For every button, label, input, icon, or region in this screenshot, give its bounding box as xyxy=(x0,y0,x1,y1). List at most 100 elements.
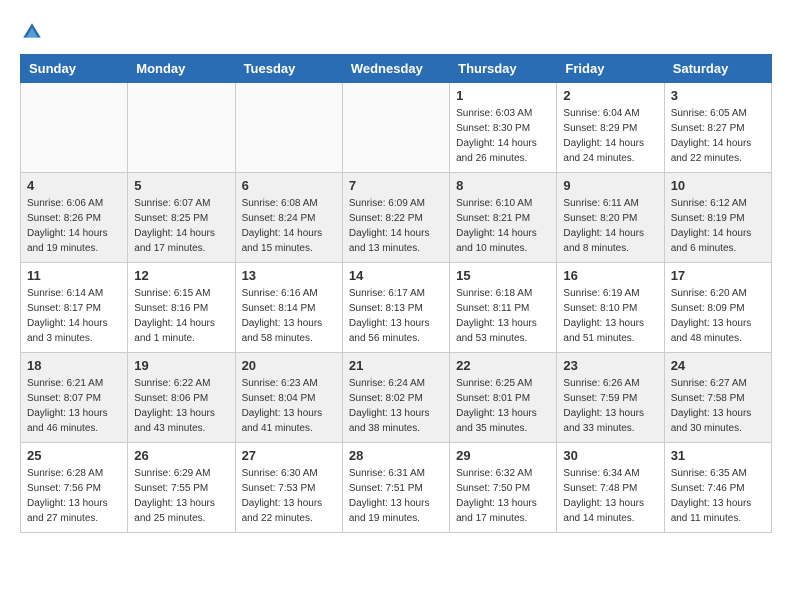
day-info: Sunrise: 6:05 AM Sunset: 8:27 PM Dayligh… xyxy=(671,106,765,166)
day-info: Sunrise: 6:28 AM Sunset: 7:56 PM Dayligh… xyxy=(27,466,121,526)
day-cell: 29 Sunrise: 6:32 AM Sunset: 7:50 PM Dayli… xyxy=(450,443,557,533)
day-cell: 4Sunrise: 6:06 AM Sunset: 8:26 PM Daylig… xyxy=(21,173,128,263)
weekday-header-friday: Friday xyxy=(557,55,664,83)
day-info: Sunrise: 6:10 AM Sunset: 8:21 PM Dayligh… xyxy=(456,196,550,256)
day-cell: 15 Sunrise: 6:18 AM Sunset: 8:11 PM Dayli… xyxy=(450,263,557,353)
logo-icon xyxy=(20,20,44,44)
day-info: Sunrise: 6:11 AM Sunset: 8:20 PM Dayligh… xyxy=(563,196,657,256)
day-number: 8 xyxy=(456,178,550,193)
day-number: 27 xyxy=(242,448,336,463)
day-number: 1 xyxy=(456,88,550,103)
weekday-header-sunday: Sunday xyxy=(21,55,128,83)
day-cell xyxy=(235,83,342,173)
day-number: 30 xyxy=(563,448,657,463)
day-info: Sunrise: 6:34 AM Sunset: 7:48 PM Dayligh… xyxy=(563,466,657,526)
day-number: 4 xyxy=(27,178,121,193)
day-number: 3 xyxy=(671,88,765,103)
day-info: Sunrise: 6:35 AM Sunset: 7:46 PM Dayligh… xyxy=(671,466,765,526)
weekday-header-saturday: Saturday xyxy=(664,55,771,83)
day-info: Sunrise: 6:29 AM Sunset: 7:55 PM Dayligh… xyxy=(134,466,228,526)
day-number: 13 xyxy=(242,268,336,283)
day-cell: 24 Sunrise: 6:27 AM Sunset: 7:58 PM Dayli… xyxy=(664,353,771,443)
day-info: Sunrise: 6:22 AM Sunset: 8:06 PM Dayligh… xyxy=(134,376,228,436)
day-info: Sunrise: 6:08 AM Sunset: 8:24 PM Dayligh… xyxy=(242,196,336,256)
day-number: 29 xyxy=(456,448,550,463)
day-cell: 23 Sunrise: 6:26 AM Sunset: 7:59 PM Dayli… xyxy=(557,353,664,443)
day-cell: 27 Sunrise: 6:30 AM Sunset: 7:53 PM Dayli… xyxy=(235,443,342,533)
day-cell: 9 Sunrise: 6:11 AM Sunset: 8:20 PM Daylig… xyxy=(557,173,664,263)
day-cell: 12 Sunrise: 6:15 AM Sunset: 8:16 PM Dayli… xyxy=(128,263,235,353)
logo xyxy=(20,20,48,44)
day-info: Sunrise: 6:18 AM Sunset: 8:11 PM Dayligh… xyxy=(456,286,550,346)
day-cell xyxy=(342,83,449,173)
day-info: Sunrise: 6:03 AM Sunset: 8:30 PM Dayligh… xyxy=(456,106,550,166)
day-number: 9 xyxy=(563,178,657,193)
day-info: Sunrise: 6:25 AM Sunset: 8:01 PM Dayligh… xyxy=(456,376,550,436)
day-cell: 8 Sunrise: 6:10 AM Sunset: 8:21 PM Daylig… xyxy=(450,173,557,263)
day-cell: 31 Sunrise: 6:35 AM Sunset: 7:46 PM Dayli… xyxy=(664,443,771,533)
day-info: Sunrise: 6:30 AM Sunset: 7:53 PM Dayligh… xyxy=(242,466,336,526)
day-info: Sunrise: 6:20 AM Sunset: 8:09 PM Dayligh… xyxy=(671,286,765,346)
weekday-header-row: SundayMondayTuesdayWednesdayThursdayFrid… xyxy=(21,55,772,83)
day-number: 10 xyxy=(671,178,765,193)
day-number: 21 xyxy=(349,358,443,373)
day-cell: 6 Sunrise: 6:08 AM Sunset: 8:24 PM Daylig… xyxy=(235,173,342,263)
day-number: 17 xyxy=(671,268,765,283)
day-info: Sunrise: 6:14 AM Sunset: 8:17 PM Dayligh… xyxy=(27,286,121,346)
day-info: Sunrise: 6:21 AM Sunset: 8:07 PM Dayligh… xyxy=(27,376,121,436)
week-row-3: 11 Sunrise: 6:14 AM Sunset: 8:17 PM Dayli… xyxy=(21,263,772,353)
week-row-2: 4Sunrise: 6:06 AM Sunset: 8:26 PM Daylig… xyxy=(21,173,772,263)
weekday-header-wednesday: Wednesday xyxy=(342,55,449,83)
day-info: Sunrise: 6:32 AM Sunset: 7:50 PM Dayligh… xyxy=(456,466,550,526)
day-number: 12 xyxy=(134,268,228,283)
day-info: Sunrise: 6:15 AM Sunset: 8:16 PM Dayligh… xyxy=(134,286,228,346)
day-cell: 30 Sunrise: 6:34 AM Sunset: 7:48 PM Dayli… xyxy=(557,443,664,533)
page-header xyxy=(20,20,772,44)
day-number: 16 xyxy=(563,268,657,283)
day-number: 23 xyxy=(563,358,657,373)
day-cell: 20Sunrise: 6:23 AM Sunset: 8:04 PM Dayli… xyxy=(235,353,342,443)
day-cell: 7 Sunrise: 6:09 AM Sunset: 8:22 PM Daylig… xyxy=(342,173,449,263)
day-info: Sunrise: 6:16 AM Sunset: 8:14 PM Dayligh… xyxy=(242,286,336,346)
day-cell xyxy=(128,83,235,173)
day-number: 6 xyxy=(242,178,336,193)
weekday-header-tuesday: Tuesday xyxy=(235,55,342,83)
day-cell: 25 Sunrise: 6:28 AM Sunset: 7:56 PM Dayli… xyxy=(21,443,128,533)
day-number: 19 xyxy=(134,358,228,373)
day-number: 28 xyxy=(349,448,443,463)
day-info: Sunrise: 6:26 AM Sunset: 7:59 PM Dayligh… xyxy=(563,376,657,436)
day-cell: 22 Sunrise: 6:25 AM Sunset: 8:01 PM Dayli… xyxy=(450,353,557,443)
day-cell: 10Sunrise: 6:12 AM Sunset: 8:19 PM Dayli… xyxy=(664,173,771,263)
day-number: 11 xyxy=(27,268,121,283)
day-cell xyxy=(21,83,128,173)
day-cell: 11 Sunrise: 6:14 AM Sunset: 8:17 PM Dayli… xyxy=(21,263,128,353)
day-cell: 26Sunrise: 6:29 AM Sunset: 7:55 PM Dayli… xyxy=(128,443,235,533)
day-cell: 1 Sunrise: 6:03 AM Sunset: 8:30 PM Daylig… xyxy=(450,83,557,173)
day-number: 31 xyxy=(671,448,765,463)
day-number: 24 xyxy=(671,358,765,373)
day-cell: 18 Sunrise: 6:21 AM Sunset: 8:07 PM Dayli… xyxy=(21,353,128,443)
day-cell: 13 Sunrise: 6:16 AM Sunset: 8:14 PM Dayli… xyxy=(235,263,342,353)
weekday-header-monday: Monday xyxy=(128,55,235,83)
day-cell: 3 Sunrise: 6:05 AM Sunset: 8:27 PM Daylig… xyxy=(664,83,771,173)
day-info: Sunrise: 6:17 AM Sunset: 8:13 PM Dayligh… xyxy=(349,286,443,346)
day-cell: 21 Sunrise: 6:24 AM Sunset: 8:02 PM Dayli… xyxy=(342,353,449,443)
day-info: Sunrise: 6:27 AM Sunset: 7:58 PM Dayligh… xyxy=(671,376,765,436)
day-info: Sunrise: 6:31 AM Sunset: 7:51 PM Dayligh… xyxy=(349,466,443,526)
day-number: 7 xyxy=(349,178,443,193)
day-cell: 5Sunrise: 6:07 AM Sunset: 8:25 PM Daylig… xyxy=(128,173,235,263)
day-number: 25 xyxy=(27,448,121,463)
day-info: Sunrise: 6:24 AM Sunset: 8:02 PM Dayligh… xyxy=(349,376,443,436)
calendar-table: SundayMondayTuesdayWednesdayThursdayFrid… xyxy=(20,54,772,533)
week-row-1: 1 Sunrise: 6:03 AM Sunset: 8:30 PM Daylig… xyxy=(21,83,772,173)
day-number: 22 xyxy=(456,358,550,373)
day-info: Sunrise: 6:19 AM Sunset: 8:10 PM Dayligh… xyxy=(563,286,657,346)
day-number: 5 xyxy=(134,178,228,193)
day-info: Sunrise: 6:09 AM Sunset: 8:22 PM Dayligh… xyxy=(349,196,443,256)
day-number: 18 xyxy=(27,358,121,373)
day-cell: 2Sunrise: 6:04 AM Sunset: 8:29 PM Daylig… xyxy=(557,83,664,173)
day-cell: 28 Sunrise: 6:31 AM Sunset: 7:51 PM Dayli… xyxy=(342,443,449,533)
day-cell: 19 Sunrise: 6:22 AM Sunset: 8:06 PM Dayli… xyxy=(128,353,235,443)
day-number: 15 xyxy=(456,268,550,283)
day-number: 14 xyxy=(349,268,443,283)
